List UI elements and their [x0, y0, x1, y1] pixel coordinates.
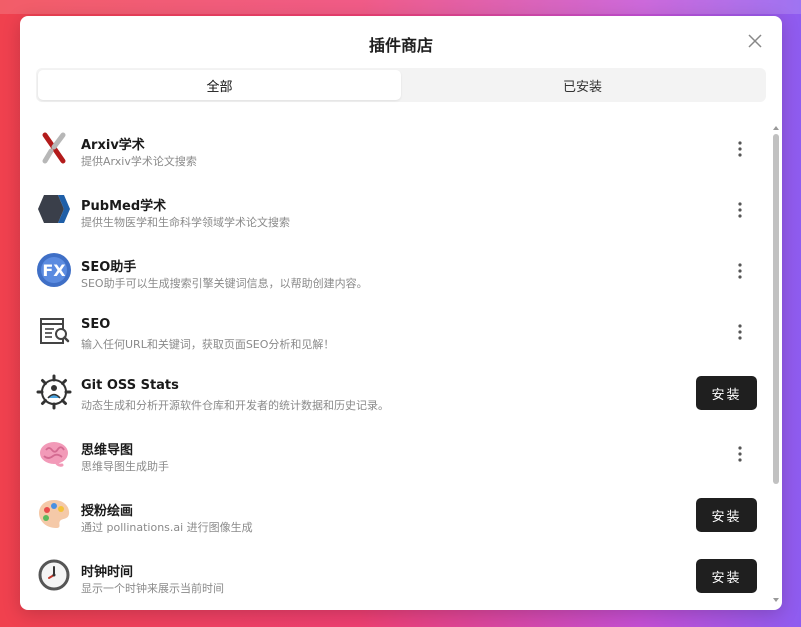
svg-text:FX: FX [42, 261, 66, 280]
clock-icon [38, 559, 70, 591]
plugin-description: 输入任何URL和关键词，获取页面SEO分析和见解！ [81, 338, 335, 351]
scrollbar-thumb[interactable] [773, 134, 779, 484]
plugin-item-clock-time[interactable]: 时钟时间 显示一个时钟来展示当前时间 安装 [20, 545, 770, 606]
install-button[interactable]: 安装 [696, 376, 757, 410]
plugin-description: 提供生物医学和生命科学领域学术论文搜索 [81, 216, 290, 229]
plugin-description: 思维导图生成助手 [81, 460, 169, 473]
plugin-description: 提供Arxiv学术论文搜索 [81, 155, 197, 168]
plugin-item-git-oss-stats[interactable]: Git OSS Stats 动态生成和分析开源软件仓库和开发者的统计数据和历史记… [20, 362, 770, 423]
backdrop [0, 0, 801, 14]
plugin-title: Git OSS Stats [81, 378, 179, 393]
arxiv-x-icon [42, 132, 66, 164]
scroll-down-arrow-icon[interactable] [772, 596, 780, 604]
tab-installed[interactable]: 已安装 [401, 70, 764, 100]
plugin-item-mind-map[interactable]: 思维导图 思维导图生成助手 [20, 423, 770, 484]
brain-icon [40, 442, 68, 467]
plugin-title: 思维导图 [81, 443, 134, 458]
plugin-title: Arxiv学术 [81, 138, 145, 153]
plugin-title: SEO [81, 317, 111, 332]
plugin-description: 动态生成和分析开源软件仓库和开发者的统计数据和历史记录。 [81, 399, 389, 412]
install-button[interactable]: 安装 [696, 498, 757, 532]
more-options-icon[interactable] [732, 323, 748, 341]
plugin-item-seo-assistant[interactable]: FX SEO助手 SEO助手可以生成搜索引擎关键词信息，以帮助创建内容。 [20, 240, 770, 301]
plugin-description: 显示一个时钟来展示当前时间 [81, 582, 224, 595]
plugin-list: Arxiv学术 提供Arxiv学术论文搜索 PubMed学术 提供生物医学和生命… [20, 118, 770, 610]
plugin-item-seo[interactable]: SEO 输入任何URL和关键词，获取页面SEO分析和见解！ [20, 301, 770, 362]
plugin-description: SEO助手可以生成搜索引擎关键词信息，以帮助创建内容。 [81, 277, 368, 290]
palette-icon [39, 500, 70, 528]
tab-bar: 全部 已安装 [36, 68, 766, 102]
fx-globe-icon: FX [37, 253, 71, 287]
plugin-description: 通过 pollinations.ai 进行图像生成 [81, 521, 253, 534]
plugin-title: 时钟时间 [81, 565, 134, 580]
more-options-icon[interactable] [732, 262, 748, 280]
more-options-icon[interactable] [732, 445, 748, 463]
gear-chart-icon [36, 374, 72, 410]
close-icon[interactable] [746, 32, 764, 50]
scrollbar[interactable] [772, 124, 780, 604]
tab-all[interactable]: 全部 [38, 70, 401, 100]
plugin-title: PubMed学术 [81, 199, 167, 214]
plugin-item-arxiv[interactable]: Arxiv学术 提供Arxiv学术论文搜索 [20, 118, 770, 179]
plugin-title: SEO助手 [81, 260, 137, 275]
pubmed-hexagon-icon [38, 195, 70, 223]
plugin-title: 授粉绘画 [81, 504, 134, 519]
install-button[interactable]: 安装 [696, 559, 757, 593]
plugin-item-pubmed[interactable]: PubMed学术 提供生物医学和生命科学领域学术论文搜索 [20, 179, 770, 240]
plugin-store-dialog: 插件商店 全部 已安装 Arxiv学术 提供Arxiv学术论文搜索 PubMed… [20, 16, 782, 610]
more-options-icon[interactable] [732, 140, 748, 158]
webpage-search-icon [40, 318, 70, 344]
plugin-item-pollination-painting[interactable]: 授粉绘画 通过 pollinations.ai 进行图像生成 安装 [20, 484, 770, 545]
dialog-title: 插件商店 [368, 36, 433, 55]
scroll-up-arrow-icon[interactable] [772, 124, 780, 132]
more-options-icon[interactable] [732, 201, 748, 219]
